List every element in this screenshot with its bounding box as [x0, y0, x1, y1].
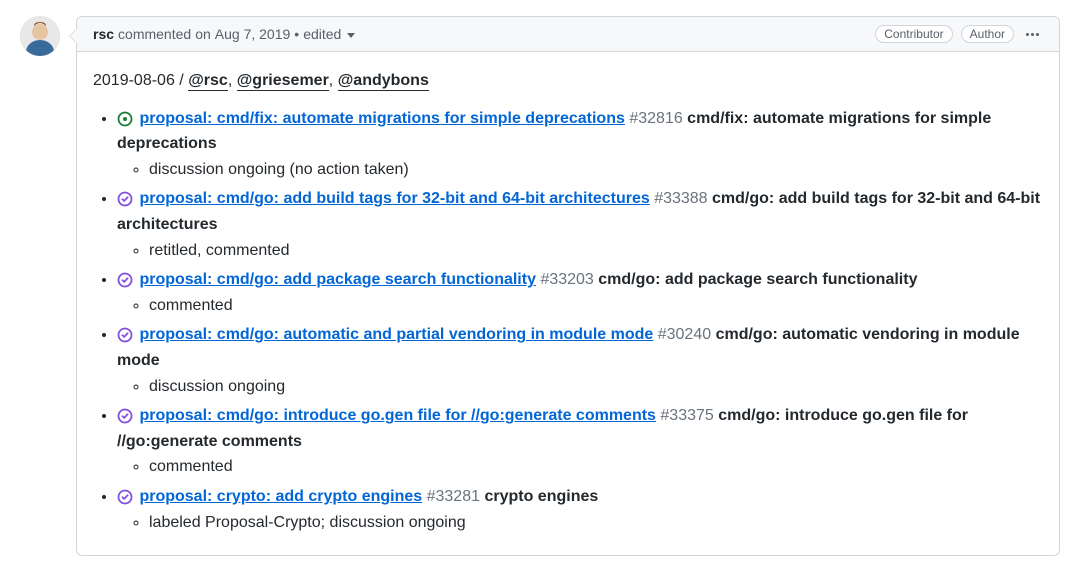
edited-dropdown[interactable]: edited: [303, 26, 355, 42]
proposal-title-link[interactable]: proposal: cmd/go: automatic and partial …: [139, 326, 653, 343]
kebab-menu-icon[interactable]: [1022, 29, 1043, 40]
proposal-desc: cmd/go: add package search functionality: [598, 271, 917, 288]
proposal-item: proposal: cmd/fix: automate migrations f…: [117, 106, 1043, 183]
mention-griesemer[interactable]: @griesemer: [237, 72, 329, 91]
avatar[interactable]: [20, 16, 60, 56]
issue-closed-icon: [117, 272, 133, 288]
proposal-note: discussion ongoing: [149, 374, 1043, 400]
issue-closed-icon: [117, 408, 133, 424]
proposal-notes: discussion ongoing: [117, 374, 1043, 400]
mention-rsc[interactable]: @rsc: [188, 72, 228, 91]
proposal-item: proposal: cmd/go: add package search fun…: [117, 267, 1043, 318]
proposal-item: proposal: crypto: add crypto engines #33…: [117, 484, 1043, 535]
issue-closed-icon: [117, 327, 133, 343]
proposal-item: proposal: cmd/go: automatic and partial …: [117, 322, 1043, 399]
proposal-title-link[interactable]: proposal: cmd/go: add package search fun…: [139, 271, 536, 288]
author-link[interactable]: rsc: [93, 26, 114, 42]
comment-header: rsc commented on Aug 7, 2019 • edited Co…: [77, 17, 1059, 52]
issue-number[interactable]: #30240: [658, 326, 711, 343]
proposal-item: proposal: cmd/go: add build tags for 32-…: [117, 186, 1043, 263]
proposal-list: proposal: cmd/fix: automate migrations f…: [93, 106, 1043, 536]
author-badge[interactable]: Author: [961, 25, 1014, 43]
proposal-notes: commented: [117, 293, 1043, 319]
proposal-note: commented: [149, 454, 1043, 480]
comment-container: rsc commented on Aug 7, 2019 • edited Co…: [20, 16, 1060, 556]
proposal-notes: retitled, commented: [117, 238, 1043, 264]
slash: /: [175, 72, 188, 89]
comment-body: 2019-08-06 / @rsc, @griesemer, @andybons…: [77, 52, 1059, 555]
issue-number[interactable]: #33203: [540, 271, 593, 288]
meeting-header: 2019-08-06 / @rsc, @griesemer, @andybons: [93, 68, 1043, 94]
proposal-note: labeled Proposal-Crypto; discussion ongo…: [149, 510, 1043, 536]
action-text: commented: [118, 26, 191, 42]
issue-closed-icon: [117, 489, 133, 505]
proposal-desc: crypto engines: [484, 488, 598, 505]
proposal-title-link[interactable]: proposal: cmd/go: add build tags for 32-…: [139, 190, 649, 207]
timestamp[interactable]: Aug 7, 2019: [215, 26, 291, 42]
issue-closed-icon: [117, 191, 133, 207]
proposal-note: commented: [149, 293, 1043, 319]
proposal-note: retitled, commented: [149, 238, 1043, 264]
proposal-notes: commented: [117, 454, 1043, 480]
issue-number[interactable]: #33375: [660, 407, 713, 424]
issue-number[interactable]: #33281: [427, 488, 480, 505]
proposal-title-link[interactable]: proposal: crypto: add crypto engines: [139, 488, 422, 505]
separator: •: [294, 26, 299, 42]
mention-andybons[interactable]: @andybons: [338, 72, 429, 91]
edited-label: edited: [303, 26, 341, 42]
comment-box: rsc commented on Aug 7, 2019 • edited Co…: [76, 16, 1060, 556]
proposal-title-link[interactable]: proposal: cmd/fix: automate migrations f…: [139, 110, 624, 127]
header-meta: rsc commented on Aug 7, 2019 • edited: [93, 26, 355, 42]
timestamp-prefix: on: [195, 26, 211, 42]
header-actions: Contributor Author: [875, 25, 1043, 43]
issue-open-icon: [117, 111, 133, 127]
issue-number[interactable]: #32816: [629, 110, 682, 127]
proposal-notes: labeled Proposal-Crypto; discussion ongo…: [117, 510, 1043, 536]
contributor-badge[interactable]: Contributor: [875, 25, 952, 43]
caret-down-icon: [347, 33, 355, 38]
proposal-notes: discussion ongoing (no action taken): [117, 157, 1043, 183]
proposal-note: discussion ongoing (no action taken): [149, 157, 1043, 183]
proposal-item: proposal: cmd/go: introduce go.gen file …: [117, 403, 1043, 480]
issue-number[interactable]: #33388: [654, 190, 707, 207]
proposal-title-link[interactable]: proposal: cmd/go: introduce go.gen file …: [139, 407, 655, 424]
meeting-date: 2019-08-06: [93, 72, 175, 89]
